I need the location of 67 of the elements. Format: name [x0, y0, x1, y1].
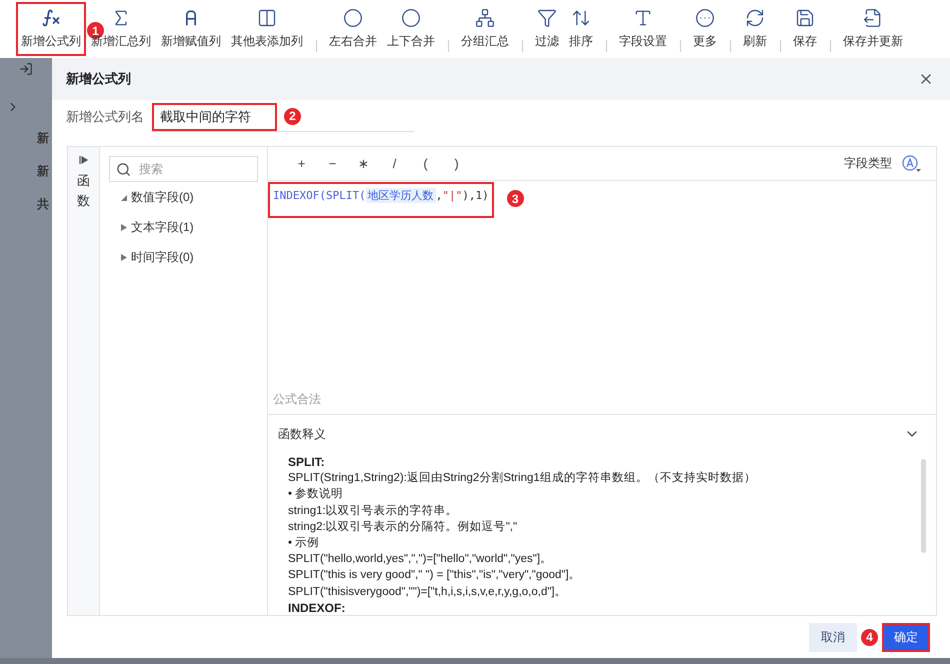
toolbar-button[interactable]: 字段设置	[614, 2, 672, 56]
columns-icon	[257, 8, 277, 28]
operator-button[interactable]: −	[317, 155, 348, 172]
refresh-icon	[745, 8, 765, 28]
function-heading: INDEXOF:	[288, 600, 346, 615]
explanation-text: SPLIT(String1,String2):返回由String2分割String1组成的字符串数组。（不支持实时数据）	[288, 470, 757, 486]
operator-button[interactable]: ∗	[348, 154, 379, 172]
search-icon	[116, 162, 131, 176]
operator-button[interactable]: (	[410, 155, 441, 172]
toolbar-button[interactable]: 排序	[564, 2, 598, 56]
background-label: 新	[37, 130, 50, 147]
circle-icon	[401, 8, 421, 28]
step-badge: 3	[506, 190, 524, 207]
dialog-title: 新增公式列	[66, 70, 131, 88]
search-box[interactable]: 搜索	[109, 156, 258, 182]
toolbar-button[interactable]: 保存并更新	[838, 2, 908, 56]
scrollbar[interactable]	[921, 459, 926, 553]
explanation-text: SPLIT("this is very good"," ") = ["this","is","very","good"]。	[288, 568, 582, 584]
operator-button[interactable]: /	[379, 155, 410, 172]
sort-icon	[571, 8, 591, 28]
explanation-text: string2:以双引号表示的分隔符。例如逗号","	[288, 520, 518, 535]
step-badge: 4	[861, 628, 878, 646]
confirm-button[interactable]: 确定	[882, 622, 930, 652]
file-export-icon	[863, 8, 883, 28]
toolbar-button[interactable]: 刷新	[738, 2, 772, 56]
validity-status: 公式合法	[272, 391, 322, 408]
function-icon	[41, 8, 61, 28]
type-selector-icon[interactable]	[902, 154, 922, 172]
more-icon	[695, 8, 715, 28]
background-label: 共	[37, 196, 50, 213]
triangle-down-icon	[121, 194, 127, 200]
toolbar-button[interactable]: 新增公式列	[16, 2, 86, 56]
operator-button[interactable]: +	[286, 155, 317, 172]
toolbar-button[interactable]: 过滤	[530, 2, 564, 56]
save-icon	[795, 8, 815, 28]
formula-input[interactable]: INDEXOF(SPLIT( 地区学历人数 ,"|"),1)	[268, 182, 494, 218]
section-title: 函数释义	[278, 426, 326, 442]
tree-item[interactable]: 时间字段(0)	[109, 242, 258, 272]
explanation-text: SPLIT("thisisverygood","")=["t,h,i,s,i,s,v,e,r,y,g,o,o,d"]。	[288, 584, 568, 600]
explanation-text: • 示例	[288, 536, 320, 552]
field-type-label: 字段类型	[844, 155, 892, 172]
exit-icon	[19, 62, 33, 76]
cancel-button[interactable]: 取消	[809, 622, 857, 652]
explanation-text: SPLIT("hello,world,yes",",")=["hello","world","yes"]。	[288, 552, 554, 568]
tree-item[interactable]: 文本字段(1)	[109, 212, 258, 242]
collapse-icon	[78, 155, 88, 165]
triangle-right-icon	[121, 254, 127, 260]
explanation-text: • 参数说明	[288, 486, 344, 502]
hierarchy-icon	[475, 8, 495, 28]
toolbar-button[interactable]: 其他表添加列	[226, 2, 308, 56]
filter-icon	[537, 8, 557, 28]
toolbar-button[interactable]: 上下合并	[382, 2, 440, 56]
step-badge: 2	[284, 108, 301, 124]
toolbar-button[interactable]: 分组汇总	[456, 2, 514, 56]
field-label: 新增公式列名	[66, 108, 144, 126]
toolbar-button[interactable]: 左右合并	[324, 2, 382, 56]
background-label: 新	[37, 163, 50, 180]
toolbar-button[interactable]: 更多	[688, 2, 722, 56]
side-tab[interactable]: 函数	[68, 147, 100, 615]
toolbar-button[interactable]: 新增赋值列	[156, 2, 226, 56]
explanation-text: string1:以双引号表示的字符串。	[288, 503, 459, 519]
tree-item[interactable]: 数值字段(0)	[109, 182, 258, 212]
function-heading: SPLIT:	[288, 454, 326, 470]
name-input[interactable]: 截取中间的字符	[152, 102, 277, 130]
triangle-right-icon	[121, 224, 127, 230]
toolbar-button[interactable]: 保存	[788, 2, 822, 56]
operator-button[interactable]: )	[441, 155, 472, 172]
